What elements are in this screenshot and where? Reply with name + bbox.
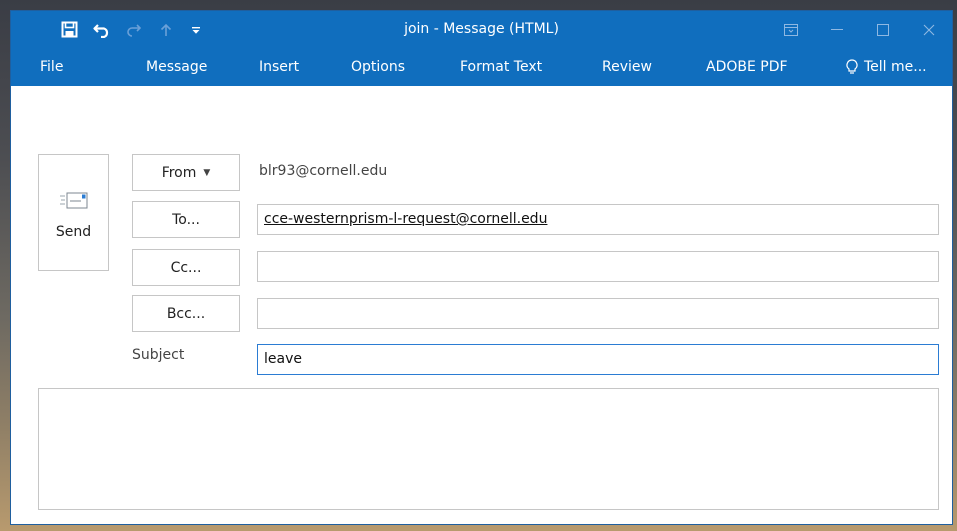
window-controls <box>768 11 952 48</box>
maximize-icon <box>877 23 889 36</box>
tab-insert[interactable]: Insert <box>259 48 299 86</box>
undo-icon <box>93 23 109 38</box>
close-button[interactable] <box>906 11 952 48</box>
lightbulb-icon <box>846 59 858 74</box>
customize-qat-button[interactable] <box>182 11 210 48</box>
minimize-button[interactable] <box>814 11 860 48</box>
cc-field[interactable] <box>257 251 939 282</box>
ribbon-display-icon <box>784 23 798 36</box>
send-button[interactable]: Send <box>38 154 109 271</box>
close-icon <box>923 24 935 35</box>
tell-me-label: Tell me... <box>864 59 927 75</box>
tab-message[interactable]: Message <box>146 48 207 86</box>
tab-options[interactable]: Options <box>351 48 405 86</box>
up-arrow-icon <box>160 23 172 36</box>
cc-button[interactable]: Cc... <box>132 249 240 286</box>
tab-format-text[interactable]: Format Text <box>460 48 542 86</box>
up-button[interactable] <box>152 11 180 48</box>
undo-button[interactable] <box>88 11 116 48</box>
to-recipient[interactable]: cce-westernprism-l-request@cornell.edu <box>264 211 547 227</box>
from-address: blr93@cornell.edu <box>259 163 388 179</box>
save-button[interactable] <box>55 11 83 48</box>
chevron-down-icon: ▼ <box>203 167 211 178</box>
quick-access-toolbar <box>11 11 210 48</box>
subject-label: Subject <box>132 347 185 363</box>
save-icon <box>61 21 77 38</box>
to-button[interactable]: To... <box>132 201 240 238</box>
from-label: From <box>161 164 197 181</box>
subject-field[interactable]: leave <box>257 344 939 375</box>
tab-adobe-pdf[interactable]: ADOBE PDF <box>706 48 788 86</box>
redo-button[interactable] <box>120 11 148 48</box>
tab-review[interactable]: Review <box>602 48 652 86</box>
send-label: Send <box>55 224 92 240</box>
redo-icon <box>127 23 142 37</box>
ribbon-tabs: File Message Insert Options Format Text … <box>11 48 952 86</box>
title-bar: join - Message (HTML) File Message Inser… <box>11 11 952 86</box>
maximize-button[interactable] <box>860 11 906 48</box>
to-field[interactable]: cce-westernprism-l-request@cornell.edu <box>257 204 939 235</box>
message-window: join - Message (HTML) File Message Inser… <box>10 10 953 525</box>
customize-icon <box>192 26 200 34</box>
ribbon-display-options-button[interactable] <box>768 11 814 48</box>
bcc-button[interactable]: Bcc... <box>132 295 240 332</box>
from-button[interactable]: From ▼ <box>132 154 240 191</box>
message-body[interactable] <box>38 388 939 510</box>
send-envelope-icon <box>59 192 87 209</box>
tell-me-search[interactable]: Tell me... <box>846 48 927 86</box>
minimize-icon <box>831 28 843 30</box>
tab-file[interactable]: File <box>40 48 63 86</box>
bcc-field[interactable] <box>257 298 939 329</box>
